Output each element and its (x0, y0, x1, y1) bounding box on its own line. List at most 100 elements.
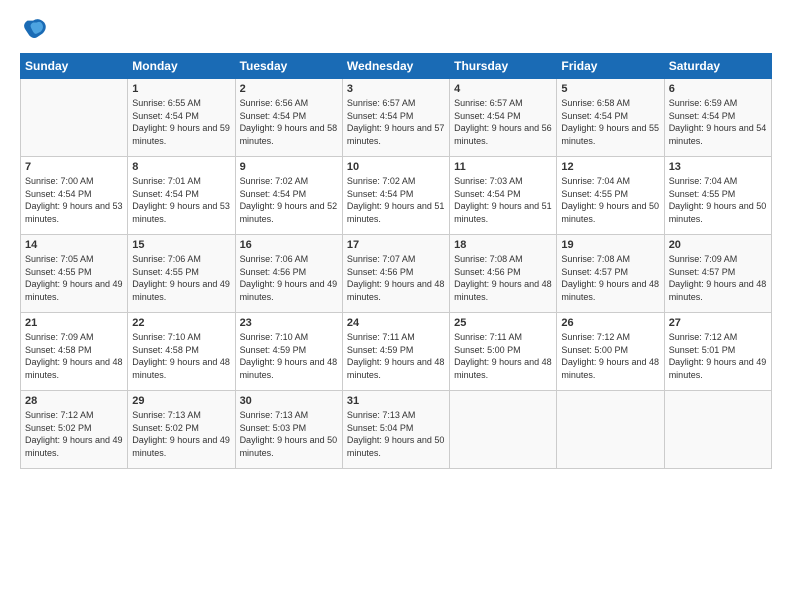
day-info: Sunrise: 7:07 AMSunset: 4:56 PMDaylight:… (347, 253, 445, 303)
day-number: 26 (561, 317, 659, 329)
day-number: 16 (240, 239, 338, 251)
day-number: 21 (25, 317, 123, 329)
calendar-cell: 23 Sunrise: 7:10 AMSunset: 4:59 PMDaylig… (235, 313, 342, 391)
calendar-cell: 2 Sunrise: 6:56 AMSunset: 4:54 PMDayligh… (235, 79, 342, 157)
day-number: 3 (347, 83, 445, 95)
day-info: Sunrise: 7:11 AMSunset: 4:59 PMDaylight:… (347, 331, 445, 381)
calendar-cell: 12 Sunrise: 7:04 AMSunset: 4:55 PMDaylig… (557, 157, 664, 235)
calendar-week-row: 7 Sunrise: 7:00 AMSunset: 4:54 PMDayligh… (21, 157, 772, 235)
day-info: Sunrise: 7:03 AMSunset: 4:54 PMDaylight:… (454, 175, 552, 225)
day-number: 24 (347, 317, 445, 329)
day-info: Sunrise: 7:04 AMSunset: 4:55 PMDaylight:… (669, 175, 767, 225)
day-number: 28 (25, 395, 123, 407)
calendar-week-row: 14 Sunrise: 7:05 AMSunset: 4:55 PMDaylig… (21, 235, 772, 313)
day-info: Sunrise: 7:04 AMSunset: 4:55 PMDaylight:… (561, 175, 659, 225)
day-info: Sunrise: 7:12 AMSunset: 5:00 PMDaylight:… (561, 331, 659, 381)
weekday-header: Monday (128, 54, 235, 79)
day-info: Sunrise: 6:57 AMSunset: 4:54 PMDaylight:… (454, 97, 552, 147)
calendar-cell: 15 Sunrise: 7:06 AMSunset: 4:55 PMDaylig… (128, 235, 235, 313)
calendar-week-row: 1 Sunrise: 6:55 AMSunset: 4:54 PMDayligh… (21, 79, 772, 157)
day-number: 9 (240, 161, 338, 173)
day-number: 12 (561, 161, 659, 173)
header (20, 15, 772, 43)
calendar-week-row: 21 Sunrise: 7:09 AMSunset: 4:58 PMDaylig… (21, 313, 772, 391)
day-number: 25 (454, 317, 552, 329)
calendar-cell: 22 Sunrise: 7:10 AMSunset: 4:58 PMDaylig… (128, 313, 235, 391)
day-info: Sunrise: 7:06 AMSunset: 4:55 PMDaylight:… (132, 253, 230, 303)
logo (20, 15, 51, 43)
day-info: Sunrise: 6:55 AMSunset: 4:54 PMDaylight:… (132, 97, 230, 147)
calendar-cell (557, 391, 664, 469)
logo-icon (20, 15, 48, 43)
calendar-cell (21, 79, 128, 157)
day-info: Sunrise: 6:59 AMSunset: 4:54 PMDaylight:… (669, 97, 767, 147)
day-info: Sunrise: 7:08 AMSunset: 4:56 PMDaylight:… (454, 253, 552, 303)
day-number: 29 (132, 395, 230, 407)
calendar-cell (450, 391, 557, 469)
day-info: Sunrise: 6:56 AMSunset: 4:54 PMDaylight:… (240, 97, 338, 147)
calendar-cell: 17 Sunrise: 7:07 AMSunset: 4:56 PMDaylig… (342, 235, 449, 313)
weekday-header: Saturday (664, 54, 771, 79)
calendar-cell: 10 Sunrise: 7:02 AMSunset: 4:54 PMDaylig… (342, 157, 449, 235)
calendar-cell: 24 Sunrise: 7:11 AMSunset: 4:59 PMDaylig… (342, 313, 449, 391)
day-info: Sunrise: 6:58 AMSunset: 4:54 PMDaylight:… (561, 97, 659, 147)
day-number: 27 (669, 317, 767, 329)
weekday-header: Thursday (450, 54, 557, 79)
calendar-cell: 3 Sunrise: 6:57 AMSunset: 4:54 PMDayligh… (342, 79, 449, 157)
day-info: Sunrise: 7:05 AMSunset: 4:55 PMDaylight:… (25, 253, 123, 303)
day-number: 30 (240, 395, 338, 407)
day-number: 7 (25, 161, 123, 173)
day-info: Sunrise: 7:13 AMSunset: 5:04 PMDaylight:… (347, 409, 445, 459)
day-info: Sunrise: 7:13 AMSunset: 5:03 PMDaylight:… (240, 409, 338, 459)
calendar-cell: 25 Sunrise: 7:11 AMSunset: 5:00 PMDaylig… (450, 313, 557, 391)
weekday-header: Sunday (21, 54, 128, 79)
day-number: 11 (454, 161, 552, 173)
calendar-cell: 9 Sunrise: 7:02 AMSunset: 4:54 PMDayligh… (235, 157, 342, 235)
weekday-header: Tuesday (235, 54, 342, 79)
calendar-table: SundayMondayTuesdayWednesdayThursdayFrid… (20, 53, 772, 469)
weekday-header: Friday (557, 54, 664, 79)
day-info: Sunrise: 7:09 AMSunset: 4:57 PMDaylight:… (669, 253, 767, 303)
day-number: 1 (132, 83, 230, 95)
day-number: 5 (561, 83, 659, 95)
page: SundayMondayTuesdayWednesdayThursdayFrid… (0, 0, 792, 612)
day-number: 8 (132, 161, 230, 173)
day-number: 18 (454, 239, 552, 251)
day-number: 20 (669, 239, 767, 251)
day-info: Sunrise: 7:13 AMSunset: 5:02 PMDaylight:… (132, 409, 230, 459)
calendar-cell: 5 Sunrise: 6:58 AMSunset: 4:54 PMDayligh… (557, 79, 664, 157)
calendar-cell: 4 Sunrise: 6:57 AMSunset: 4:54 PMDayligh… (450, 79, 557, 157)
calendar-cell: 28 Sunrise: 7:12 AMSunset: 5:02 PMDaylig… (21, 391, 128, 469)
day-number: 22 (132, 317, 230, 329)
calendar-cell: 7 Sunrise: 7:00 AMSunset: 4:54 PMDayligh… (21, 157, 128, 235)
calendar-cell: 21 Sunrise: 7:09 AMSunset: 4:58 PMDaylig… (21, 313, 128, 391)
calendar-cell: 20 Sunrise: 7:09 AMSunset: 4:57 PMDaylig… (664, 235, 771, 313)
calendar-cell: 6 Sunrise: 6:59 AMSunset: 4:54 PMDayligh… (664, 79, 771, 157)
day-info: Sunrise: 7:06 AMSunset: 4:56 PMDaylight:… (240, 253, 338, 303)
calendar-cell: 18 Sunrise: 7:08 AMSunset: 4:56 PMDaylig… (450, 235, 557, 313)
header-row: SundayMondayTuesdayWednesdayThursdayFrid… (21, 54, 772, 79)
calendar-week-row: 28 Sunrise: 7:12 AMSunset: 5:02 PMDaylig… (21, 391, 772, 469)
calendar-cell: 8 Sunrise: 7:01 AMSunset: 4:54 PMDayligh… (128, 157, 235, 235)
day-number: 10 (347, 161, 445, 173)
day-info: Sunrise: 7:02 AMSunset: 4:54 PMDaylight:… (240, 175, 338, 225)
calendar-cell: 16 Sunrise: 7:06 AMSunset: 4:56 PMDaylig… (235, 235, 342, 313)
day-number: 19 (561, 239, 659, 251)
day-number: 15 (132, 239, 230, 251)
day-info: Sunrise: 6:57 AMSunset: 4:54 PMDaylight:… (347, 97, 445, 147)
day-number: 14 (25, 239, 123, 251)
day-number: 6 (669, 83, 767, 95)
day-number: 23 (240, 317, 338, 329)
day-info: Sunrise: 7:00 AMSunset: 4:54 PMDaylight:… (25, 175, 123, 225)
day-info: Sunrise: 7:12 AMSunset: 5:01 PMDaylight:… (669, 331, 767, 381)
day-number: 17 (347, 239, 445, 251)
weekday-header: Wednesday (342, 54, 449, 79)
day-number: 4 (454, 83, 552, 95)
calendar-cell: 11 Sunrise: 7:03 AMSunset: 4:54 PMDaylig… (450, 157, 557, 235)
day-number: 13 (669, 161, 767, 173)
calendar-cell: 27 Sunrise: 7:12 AMSunset: 5:01 PMDaylig… (664, 313, 771, 391)
calendar-cell: 31 Sunrise: 7:13 AMSunset: 5:04 PMDaylig… (342, 391, 449, 469)
calendar-cell: 19 Sunrise: 7:08 AMSunset: 4:57 PMDaylig… (557, 235, 664, 313)
calendar-cell: 13 Sunrise: 7:04 AMSunset: 4:55 PMDaylig… (664, 157, 771, 235)
calendar-cell: 30 Sunrise: 7:13 AMSunset: 5:03 PMDaylig… (235, 391, 342, 469)
